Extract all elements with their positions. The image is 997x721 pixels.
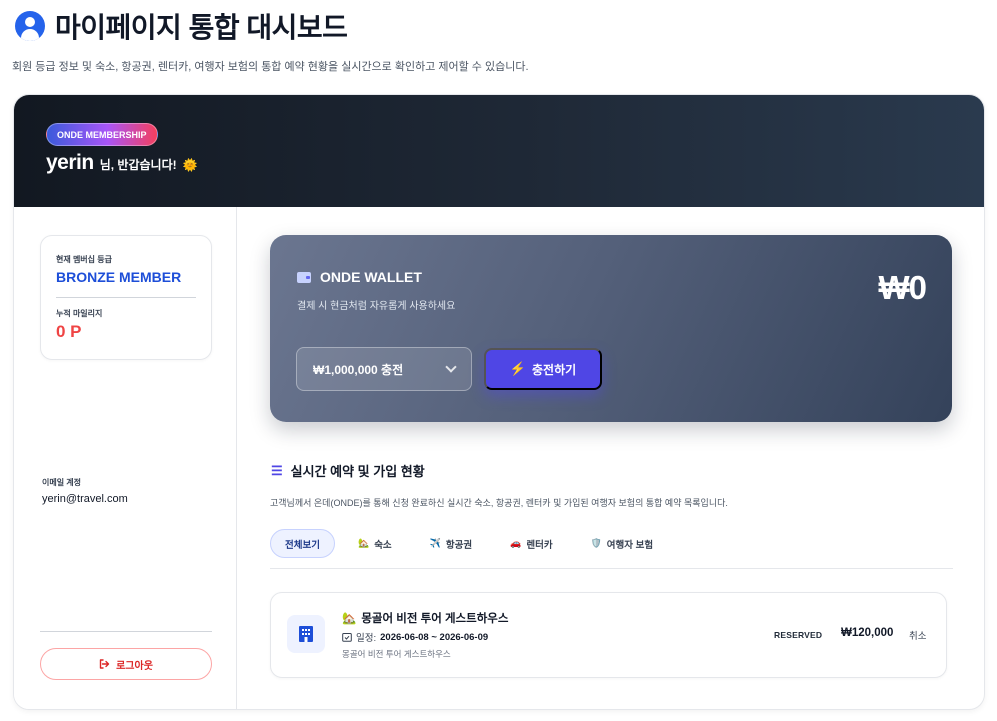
reservation-date: 일정: 2026-06-08 ~ 2026-06-09 [342,630,488,644]
tab-label: 렌터카 [526,539,553,551]
house-icon: 🏡 [342,613,357,625]
cancel-button[interactable]: 취소 [909,628,926,642]
grade-value: BRONZE MEMBER [56,269,182,285]
charge-amount-value: ₩1,000,000 충전 [313,362,404,377]
reservations-header: ☰ 실시간 예약 및 가입 현황 [271,461,425,480]
logout-icon [99,659,110,669]
divider [40,631,212,632]
chevron-down-icon [445,361,457,373]
tab-label: 여행자 보험 [606,539,654,551]
email-label: 이메일 계정 [42,478,82,487]
page-title: 마이페이지 통합 대시보드 [55,12,348,43]
tab-all[interactable]: 전체보기 [270,529,335,558]
checklist-icon: ☰ [271,462,283,478]
reservation-title: 몽골어 비전 투어 게스트하우스 [361,613,509,625]
greeting-text: 님, 반갑습니다! [99,158,177,172]
building-icon [287,615,325,653]
reservations-description: 고객님께서 온데(ONDE)를 통해 신청 완료하신 실시간 숙소, 항공권, … [270,498,728,508]
mileage-label: 누적 마일리지 [56,309,103,318]
tab-label: 숙소 [374,539,392,551]
wallet-title: ONDE WALLET [320,269,422,285]
shield-icon: 🛡️ [590,538,602,548]
tab-label: 항공권 [445,539,473,551]
page-subtitle: 회원 등급 정보 및 숙소, 항공권, 렌터카, 여행자 보험의 통합 예약 현… [12,61,529,73]
lightning-icon: ⚡ [509,361,526,376]
house-icon: 🏡 [357,538,370,548]
sidebar: 현재 멤버십 등급 BRONZE MEMBER 누적 마일리지 0 P 이메일 … [14,207,237,709]
membership-grade-card: 현재 멤버십 등급 BRONZE MEMBER 누적 마일리지 0 P [40,235,212,360]
tab-insurance[interactable]: 🛡️ 여행자 보험 [576,529,669,558]
divider [56,297,196,298]
main-content: ONDE WALLET 결제 시 현금처럼 자유롭게 사용하세요 ₩0 ₩1,0… [238,207,984,709]
car-icon: 🚗 [510,538,522,548]
charge-label: 충전하기 [532,362,577,377]
email-value: yerin@travel.com [42,493,128,505]
wallet-icon [297,271,311,283]
sun-icon: 🌞 [182,158,198,172]
charge-amount-select[interactable]: ₩1,000,000 충전 [296,347,472,391]
calendar-check-icon [342,633,352,642]
greeting: yerin 님, 반갑습니다! 🌞 [46,151,198,175]
tab-rental-car[interactable]: 🚗 렌터카 [495,529,567,558]
wallet-card: ONDE WALLET 결제 시 현금처럼 자유롭게 사용하세요 ₩0 ₩1,0… [270,235,952,422]
reservation-subtitle: 몽골어 비전 투어 게스트하우스 [342,649,451,659]
tab-flights[interactable]: ✈️ 항공권 [415,529,487,558]
tab-label: 전체보기 [285,539,320,551]
reservation-price: ₩120,000 [841,627,894,639]
user-circle-icon [15,11,45,41]
date-label: 일정: [356,633,377,644]
status-badge: RESERVED [774,630,823,640]
wallet-balance: ₩0 [878,269,927,306]
logout-label: 로그아웃 [116,660,153,672]
airplane-icon: ✈️ [429,538,441,548]
logout-button[interactable]: 로그아웃 [40,648,212,680]
title-row: 마이페이지 통합 대시보드 [15,6,529,46]
wallet-header: ONDE WALLET [297,269,422,285]
username: yerin [46,151,94,174]
reservations-title: 실시간 예약 및 가입 현황 [290,464,425,479]
reservation-item[interactable]: 🏡 몽골어 비전 투어 게스트하우스 일정: 2026-06-08 ~ 2026… [270,592,947,678]
charge-button[interactable]: ⚡ 충전하기 [484,348,602,390]
mileage-value: 0 P [56,322,82,341]
date-value: 2026-06-08 ~ 2026-06-09 [380,631,489,643]
wallet-description: 결제 시 현금처럼 자유롭게 사용하세요 [297,301,456,312]
page-header: 마이페이지 통합 대시보드 회원 등급 정보 및 숙소, 항공권, 렌터카, 여… [12,6,529,74]
reservation-tabs: 전체보기 🏡 숙소 ✈️ 항공권 🚗 렌터카 🛡️ 여행자 보험 [270,529,953,569]
membership-badge: ONDE MEMBERSHIP [46,123,158,146]
dashboard-card: ONDE MEMBERSHIP yerin 님, 반갑습니다! 🌞 현재 멤버십… [13,94,985,710]
tab-lodging[interactable]: 🏡 숙소 [343,529,407,558]
reservation-name: 🏡 몽골어 비전 투어 게스트하우스 [342,610,508,626]
welcome-banner: ONDE MEMBERSHIP yerin 님, 반갑습니다! 🌞 [14,95,984,207]
grade-label: 현재 멤버십 등급 [56,255,112,264]
